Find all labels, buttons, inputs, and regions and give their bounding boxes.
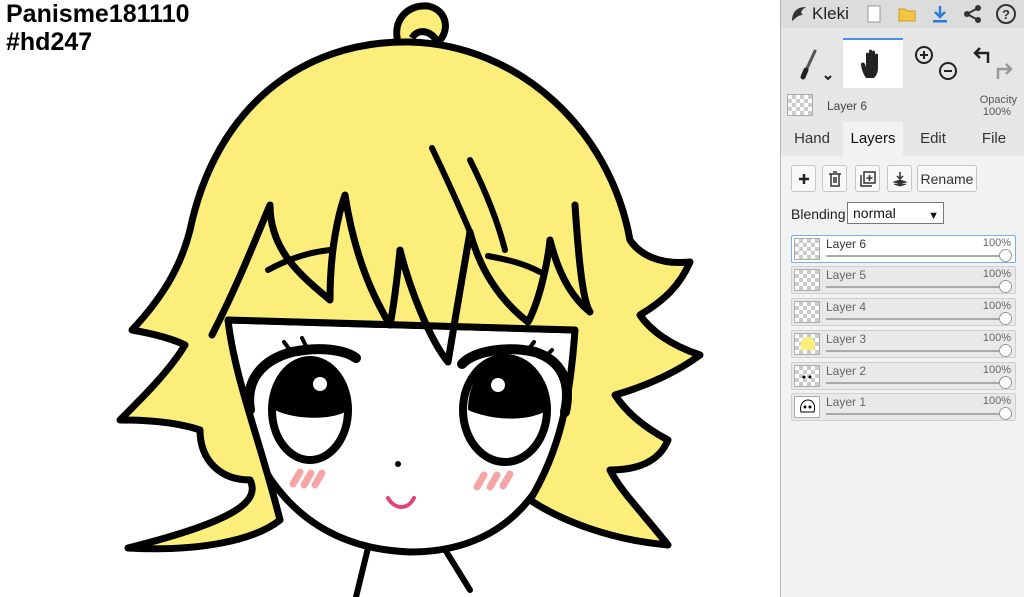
zoom-out-icon[interactable] <box>939 62 957 80</box>
layer-name: Layer 6 <box>826 237 867 251</box>
layer-opacity: 100% <box>982 332 1011 344</box>
layer-name: Layer 2 <box>826 364 867 378</box>
kleki-logo-icon <box>792 7 806 21</box>
layers-panel: Rename Blending normal ▼ Layer 6 100% La… <box>781 156 1024 597</box>
download-icon[interactable] <box>929 3 951 25</box>
blending-select[interactable]: normal ▼ <box>847 202 944 224</box>
current-layer-name: Layer 6 <box>827 99 868 113</box>
layer-opacity: 100% <box>982 268 1011 280</box>
opacity-slider-track[interactable] <box>826 318 1003 320</box>
layer-name: Layer 1 <box>826 395 867 409</box>
caption-line-1: Panisme181110 <box>6 0 190 28</box>
trash-icon <box>828 170 841 187</box>
opacity-label: Opacity <box>979 94 1017 106</box>
new-file-icon[interactable] <box>863 3 885 25</box>
opacity-value: 100% <box>982 106 1011 118</box>
layer-item-3[interactable]: Layer 3 100% <box>791 330 1016 358</box>
opacity-slider-handle[interactable] <box>999 407 1012 420</box>
undo-redo-group <box>965 38 1023 88</box>
current-layer-info: Layer 6 Opacity 100% <box>781 90 1024 122</box>
layer-thumbnail <box>794 396 820 418</box>
blending-label: Blending <box>791 206 846 222</box>
app-logo[interactable]: Kleki <box>789 3 849 25</box>
layer-thumbnail <box>794 365 820 387</box>
opacity-slider-handle[interactable] <box>999 280 1012 293</box>
layer-name: Layer 3 <box>826 332 867 346</box>
add-layer-button[interactable] <box>791 165 816 192</box>
chibi-drawing <box>116 2 704 597</box>
opacity-slider-track[interactable] <box>826 413 1003 415</box>
layer-opacity: 100% <box>982 300 1011 312</box>
merge-down-button[interactable] <box>887 165 912 192</box>
tab-edit[interactable]: Edit <box>903 122 963 156</box>
share-icon[interactable] <box>962 3 984 25</box>
chevron-down-icon: ▼ <box>928 210 939 222</box>
undo-icon[interactable] <box>973 47 990 63</box>
layer-name: Layer 4 <box>826 300 867 314</box>
canvas-caption: Panisme181110 #hd247 <box>6 0 190 56</box>
drawing-canvas[interactable]: Panisme181110 #hd247 <box>0 0 780 597</box>
layer-item-5[interactable]: Layer 5 100% <box>791 266 1016 294</box>
duplicate-icon <box>859 170 876 187</box>
tab-hand[interactable]: Hand <box>781 122 843 156</box>
layer-opacity: 100% <box>982 237 1011 249</box>
opacity-slider-handle[interactable] <box>999 249 1012 262</box>
nose <box>395 461 401 467</box>
current-layer-thumbnail <box>787 94 813 116</box>
duplicate-layer-button[interactable] <box>855 165 880 192</box>
zoom-in-icon[interactable] <box>915 46 933 64</box>
app-name: Kleki <box>812 4 849 23</box>
brush-tool-button[interactable] <box>791 38 843 88</box>
brush-icon <box>800 49 832 81</box>
top-bar: Kleki ? <box>781 0 1024 28</box>
layer-item-2[interactable]: Layer 2 100% <box>791 362 1016 390</box>
tool-row <box>781 38 1024 88</box>
open-folder-icon[interactable] <box>896 3 918 25</box>
zoom-tool-group <box>905 38 961 88</box>
layer-item-4[interactable]: Layer 4 100% <box>791 298 1016 326</box>
opacity-slider-track[interactable] <box>826 255 1003 257</box>
layer-opacity: 100% <box>982 364 1011 376</box>
tab-file[interactable]: File <box>963 122 1024 156</box>
blending-value: normal <box>853 205 896 221</box>
hand-icon <box>861 49 878 78</box>
caption-line-2: #hd247 <box>6 28 93 56</box>
layer-thumbnail <box>794 269 820 291</box>
layer-name: Layer 5 <box>826 268 867 282</box>
opacity-slider-handle[interactable] <box>999 376 1012 389</box>
rename-layer-button[interactable]: Rename <box>917 165 977 192</box>
hand-tool-button[interactable] <box>843 38 903 88</box>
opacity-slider-track[interactable] <box>826 286 1003 288</box>
opacity-slider-handle[interactable] <box>999 344 1012 357</box>
opacity-slider-handle[interactable] <box>999 312 1012 325</box>
redo-icon[interactable] <box>996 63 1013 79</box>
side-panel: Kleki ? Layer 6 Opacity 100% Hand Layers… <box>780 0 1024 597</box>
svg-text:?: ? <box>1002 7 1010 22</box>
layer-item-1[interactable]: Layer 1 100% <box>791 393 1016 421</box>
help-icon[interactable]: ? <box>995 3 1017 25</box>
opacity-slider-track[interactable] <box>826 382 1003 384</box>
plus-icon <box>798 173 809 184</box>
hair-ahoge <box>393 2 449 46</box>
tab-layers[interactable]: Layers <box>843 122 903 156</box>
layer-thumbnail <box>794 301 820 323</box>
delete-layer-button[interactable] <box>822 165 847 192</box>
opacity-slider-track[interactable] <box>826 350 1003 352</box>
merge-down-icon <box>891 171 908 187</box>
panel-tabs: Hand Layers Edit File <box>781 122 1024 156</box>
layer-thumbnail <box>794 238 820 260</box>
layer-item-6[interactable]: Layer 6 100% <box>791 235 1016 263</box>
layer-opacity: 100% <box>982 395 1011 407</box>
layer-thumbnail <box>794 333 820 355</box>
